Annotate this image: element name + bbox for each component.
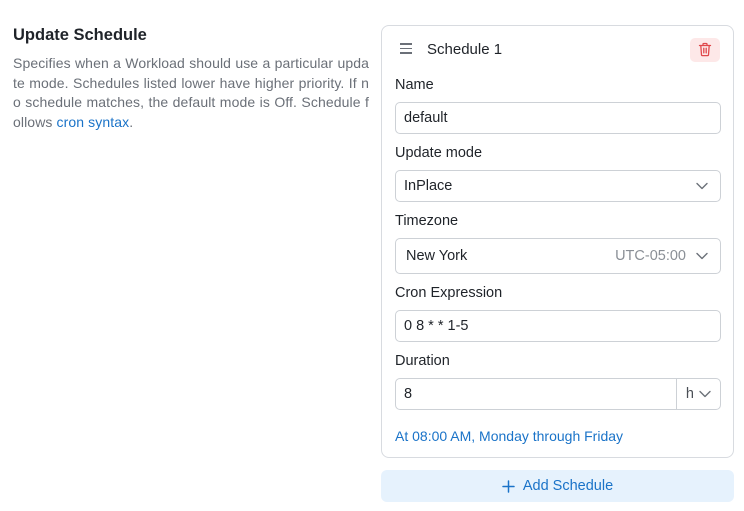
duration-value: 8: [404, 386, 413, 402]
delete-schedule-button[interactable]: [690, 38, 720, 62]
schedule-card-header: Schedule 1: [382, 26, 733, 76]
cron-description: At 08:00 AM, Monday through Friday: [395, 428, 624, 444]
drag-handle-icon[interactable]: [400, 43, 413, 55]
timezone-value: New York: [406, 248, 468, 264]
description-suffix: .: [129, 113, 134, 130]
update-schedule-section: Update Schedule Specifies when a Workloa…: [13, 26, 369, 132]
section-title: Update Schedule: [13, 26, 147, 44]
timezone-select[interactable]: New York UTC-05:00: [395, 238, 721, 274]
chevron-down-icon: [696, 182, 708, 190]
timezone-offset: UTC-05:00: [615, 248, 686, 264]
name-value: default: [404, 110, 448, 126]
chevron-down-icon: [699, 390, 711, 398]
name-input[interactable]: default: [395, 102, 721, 134]
duration-unit-select[interactable]: h: [686, 386, 694, 402]
update-mode-label: Update mode: [395, 145, 483, 161]
update-mode-select[interactable]: InPlace: [395, 170, 721, 202]
update-mode-value: InPlace: [404, 178, 453, 194]
duration-unit-divider: [676, 379, 677, 409]
duration-label: Duration: [395, 353, 450, 369]
plus-icon: [502, 479, 515, 493]
chevron-down-icon: [696, 252, 708, 260]
section-description: Specifies when a Workload should use a p…: [13, 54, 369, 132]
add-schedule-button[interactable]: Add Schedule: [381, 470, 734, 502]
trash-icon: [698, 42, 712, 57]
timezone-label: Timezone: [395, 213, 459, 229]
schedule-title: Schedule 1: [427, 41, 503, 58]
duration-input[interactable]: 8 h: [395, 378, 721, 410]
cron-syntax-link[interactable]: cron syntax: [57, 114, 130, 130]
schedule-card: Schedule 1 Name default Update mode InPl…: [381, 25, 734, 458]
cron-expression-label: Cron Expression: [395, 285, 503, 301]
cron-expression-value: 0 8 * * 1-5: [404, 318, 469, 334]
cron-expression-input[interactable]: 0 8 * * 1-5: [395, 310, 721, 342]
name-label: Name: [395, 77, 434, 93]
add-schedule-label: Add Schedule: [522, 478, 614, 494]
